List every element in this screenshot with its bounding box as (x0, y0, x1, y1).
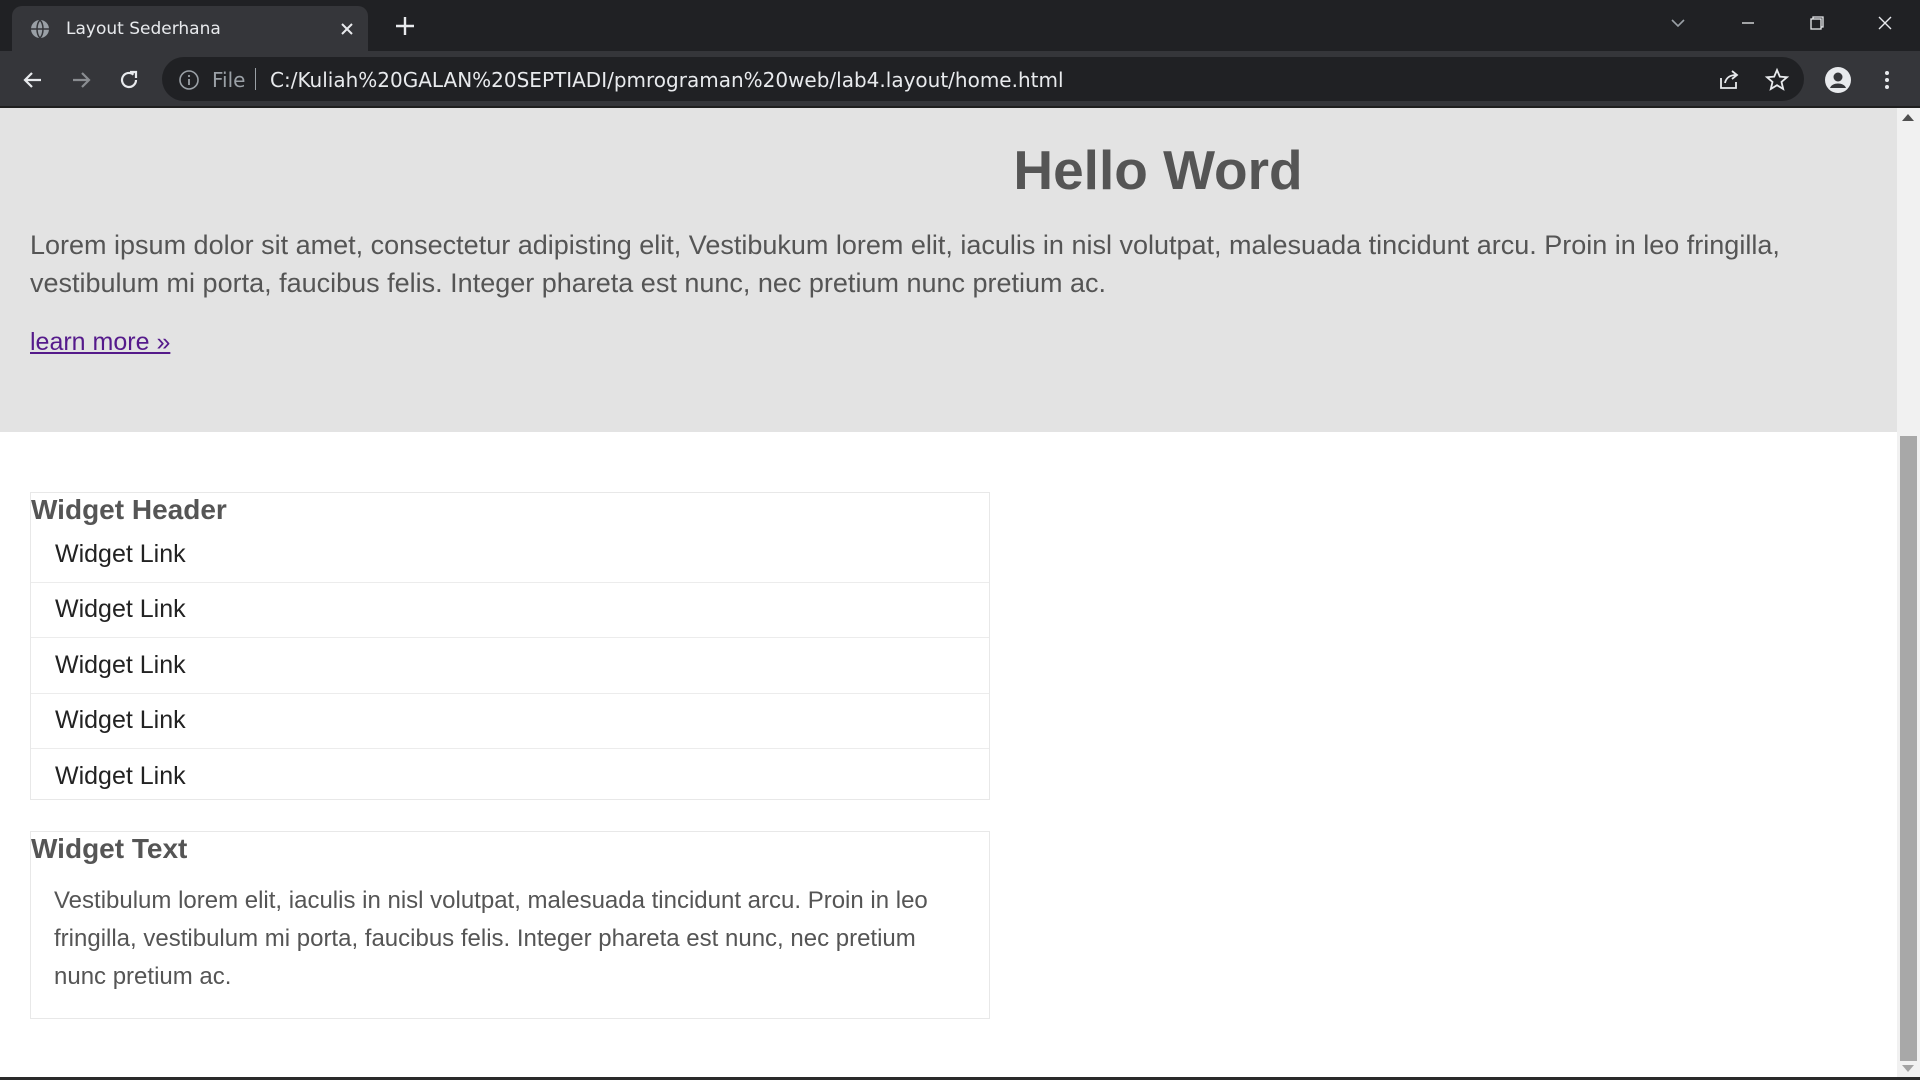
scrollbar-thumb[interactable] (1900, 436, 1917, 1061)
hero-title: Hello Word (1013, 139, 1303, 201)
scheme-label: File (212, 68, 246, 92)
forward-arrow-icon (73, 72, 91, 88)
scroll-down-arrow-icon[interactable] (1902, 1065, 1914, 1072)
tab-strip: Layout Sederhana (0, 0, 1920, 51)
url-text[interactable]: C:/Kuliah%20GALAN%20SEPTIADI/pmrograman%… (270, 68, 1064, 92)
widget-header-title: Widget Header (31, 494, 227, 525)
star-icon[interactable] (1764, 67, 1790, 93)
widget-link[interactable]: Widget Link (31, 583, 989, 638)
forward-button[interactable] (64, 63, 98, 97)
widget-text-box: Widget Text Vestibulum lorem elit, iacul… (30, 831, 990, 1019)
address-bar[interactable]: File C:/Kuliah%20GALAN%20SEPTIADI/pmrogr… (162, 57, 1804, 101)
widget-link[interactable]: Widget Link (31, 527, 989, 583)
profile-button[interactable] (1821, 63, 1855, 97)
hero-section: Hello Word Lorem ipsum dolor sit amet, c… (0, 108, 1897, 432)
restore-icon (1810, 15, 1824, 30)
profile-icon (1825, 67, 1851, 93)
widget-link[interactable]: Widget Link (31, 749, 989, 805)
globe-icon (31, 19, 49, 39)
hero-paragraph: Lorem ipsum dolor sit amet, consectetur … (30, 230, 1780, 298)
widget-link-list: Widget Link Widget Link Widget Link Widg… (31, 527, 989, 805)
page-viewport: Hello Word Lorem ipsum dolor sit amet, c… (0, 108, 1897, 1078)
reload-button[interactable] (112, 63, 146, 97)
chevron-down-icon (1671, 18, 1685, 27)
browser-toolbar: File C:/Kuliah%20GALAN%20SEPTIADI/pmrogr… (0, 51, 1920, 107)
widget-link[interactable]: Widget Link (31, 638, 989, 694)
reload-icon (120, 70, 138, 89)
active-tab[interactable]: Layout Sederhana (12, 6, 368, 51)
close-icon (1878, 16, 1892, 29)
widget-link[interactable]: Widget Link (31, 694, 989, 749)
tab-search-button[interactable] (1648, 0, 1708, 45)
kebab-menu-icon (1885, 71, 1889, 89)
widget-text-title: Widget Text (31, 833, 188, 864)
address-separator (255, 68, 256, 90)
back-button[interactable] (16, 63, 50, 97)
close-window-button[interactable] (1855, 0, 1915, 45)
widget-links-box: Widget Header Widget Link Widget Link Wi… (30, 492, 990, 800)
tab-title: Layout Sederhana (66, 19, 221, 39)
widget-text-body: Vestibulum lorem elit, iaculis in nisl v… (54, 887, 928, 990)
scroll-up-arrow-icon[interactable] (1902, 114, 1914, 121)
close-tab-icon[interactable] (336, 18, 358, 40)
back-arrow-icon (23, 72, 41, 88)
minimize-icon (1742, 21, 1754, 24)
learn-more-link[interactable]: learn more » (30, 328, 170, 357)
info-icon[interactable] (178, 69, 200, 91)
minimize-button[interactable] (1718, 0, 1778, 45)
vertical-scrollbar[interactable] (1897, 108, 1920, 1078)
share-icon[interactable] (1716, 67, 1742, 93)
new-tab-plus-icon[interactable] (391, 12, 419, 40)
browser-menu-button[interactable] (1870, 63, 1904, 97)
restore-button[interactable] (1787, 0, 1847, 45)
